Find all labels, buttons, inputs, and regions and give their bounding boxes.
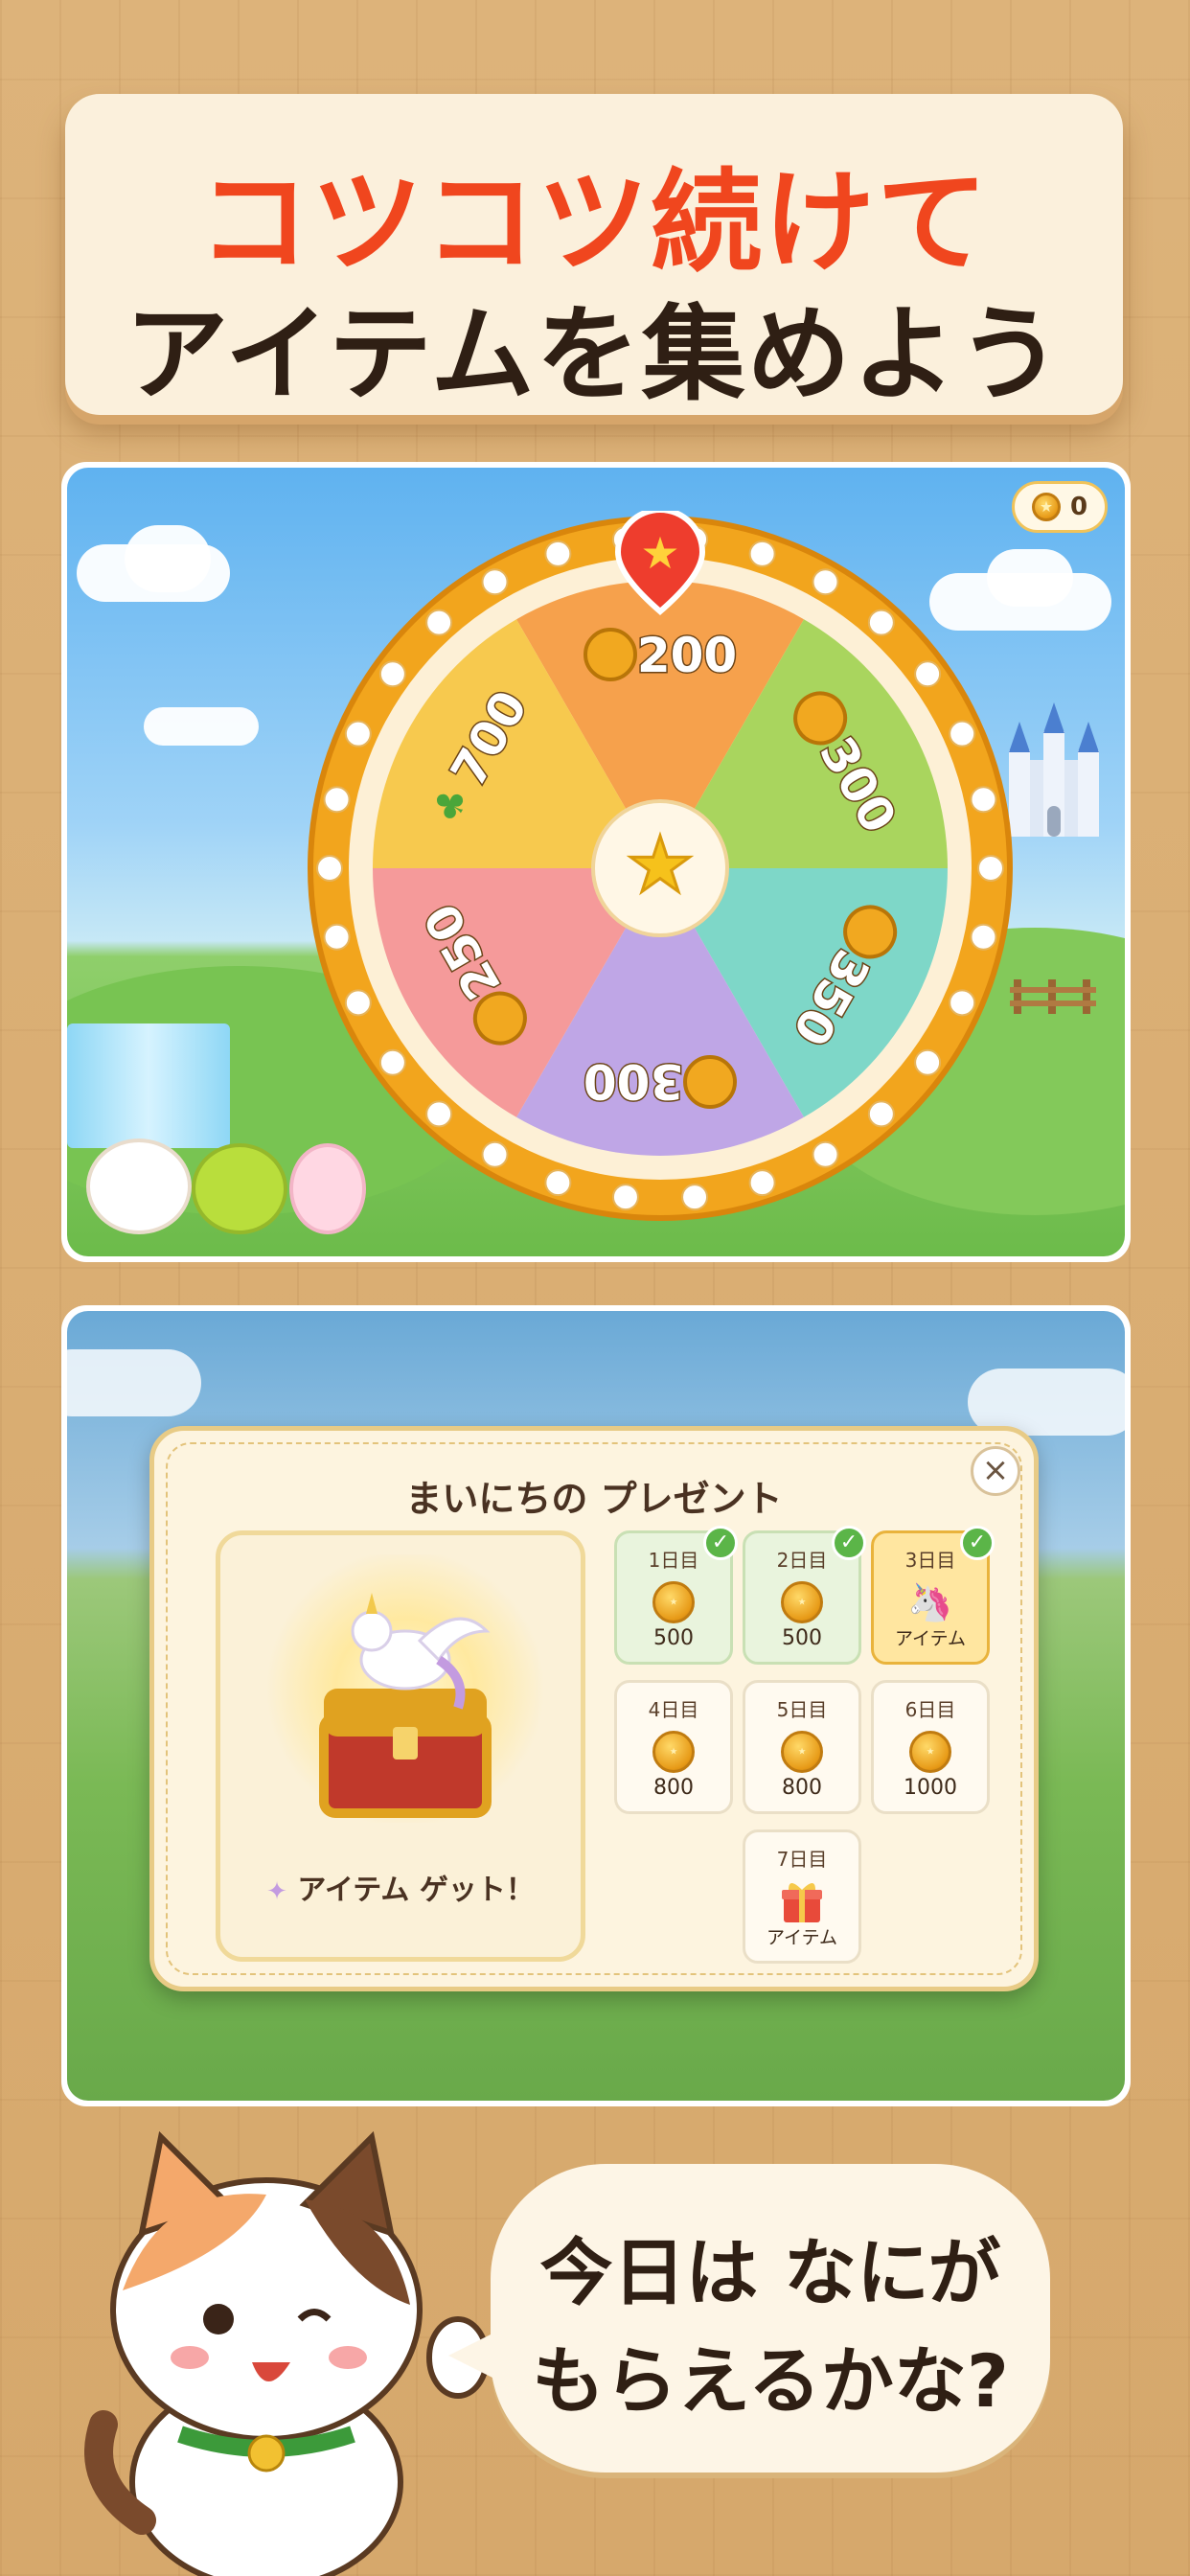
rim-light [611, 1184, 639, 1211]
coin-icon [781, 1731, 823, 1773]
rim-light [914, 1048, 942, 1076]
coin-icon [683, 1055, 737, 1109]
coin-balance-badge: 0 [1012, 481, 1108, 533]
rim-light [949, 720, 976, 748]
check-icon: ✓ [960, 1526, 995, 1560]
close-button[interactable]: × [971, 1446, 1020, 1496]
rim-light [544, 1169, 572, 1197]
rim-light [970, 786, 997, 814]
coin-icon [652, 1581, 695, 1623]
hero-banner: コツコツ続けて アイテムを集めよう [65, 94, 1123, 415]
bunny-character [289, 1143, 366, 1234]
day-reward: 1000 [904, 1776, 957, 1800]
rim-light [681, 1184, 709, 1211]
coin-balance-value: 0 [1069, 493, 1088, 521]
reward-label: ✦ アイテム ゲット！ [220, 1866, 581, 1908]
calico-cat-character [84, 2130, 487, 2576]
rim-light [748, 1169, 776, 1197]
rim-light [812, 1140, 839, 1168]
rim-light [748, 540, 776, 567]
rim-light [544, 540, 572, 567]
day-cell-6[interactable]: 6日目 1000 [871, 1680, 990, 1814]
speech-bubble: 今日は なにが もらえるかな? [448, 2164, 1050, 2472]
star-icon: ★ [626, 820, 695, 909]
rim-light [425, 1100, 453, 1128]
speech-line1: 今日は なにが [539, 2230, 1001, 2315]
roulette-wheel[interactable]: 200300350300250♣700 ★ ★ [303, 511, 1018, 1226]
day-cell-1[interactable]: 1日目 500 ✓ [614, 1526, 738, 1665]
day-cell-7[interactable]: 7日目 アイテム [743, 1829, 861, 1964]
rim-light [378, 660, 406, 688]
rim-light [481, 1140, 509, 1168]
rim-light [867, 609, 895, 636]
check-icon: ✓ [703, 1526, 738, 1560]
day-label: 6日目 [904, 1698, 956, 1721]
reward-panel: ✦ アイテム ゲット！ [216, 1530, 585, 1962]
rim-light [316, 855, 343, 882]
puppy-character [86, 1138, 192, 1234]
day-cell-4[interactable]: 4日目 800 [614, 1680, 733, 1814]
rim-light [378, 1048, 406, 1076]
day-cell-2[interactable]: 2日目 500 ✓ [743, 1526, 866, 1665]
segment-label: 200 [584, 627, 739, 685]
coin-icon [1031, 493, 1061, 521]
coin-icon [781, 1581, 823, 1623]
daily-present-screenshot: まいにちの プレゼント × ✦ アイテム ゲット！ 1日目 ★ 500 ✓ 2日… [61, 1305, 1131, 2106]
rim-light [914, 660, 942, 688]
segment-value: 300 [584, 1053, 683, 1109]
day-cell-5[interactable]: 5日目 800 [743, 1680, 861, 1814]
dialog-title: まいにちの プレゼント [405, 1478, 783, 1520]
day-cell-3[interactable]: 3日目 🦄 アイテム ✓ [871, 1526, 995, 1665]
rim-light [344, 720, 372, 748]
day-reward: 800 [653, 1776, 694, 1800]
reward-label-text: アイテム ゲット！ [297, 1874, 535, 1907]
rim-light [323, 786, 351, 814]
day-reward: 500 [782, 1626, 822, 1650]
rim-light [977, 855, 1004, 882]
day-label: 7日目 [776, 1848, 828, 1871]
rim-light [970, 923, 997, 951]
rim-light [812, 568, 839, 596]
rim-light [425, 609, 453, 636]
waterfall [67, 1024, 230, 1148]
day-reward: アイテム [766, 1927, 838, 1948]
day-label: 5日目 [776, 1698, 828, 1721]
close-icon: × [981, 1451, 1010, 1489]
fence-icon [1010, 979, 1096, 1014]
hero-title-line1: コツコツ続けて [198, 158, 990, 288]
rim-light [344, 989, 372, 1017]
unicorn-icon: ✦ [266, 1877, 287, 1906]
chick-character [192, 1143, 287, 1234]
rim-light [867, 1100, 895, 1128]
day-reward: 500 [653, 1626, 694, 1650]
hero-title-line2: アイテムを集めよう [125, 295, 1064, 415]
unicorn-icon: 🦄 [907, 1581, 953, 1623]
speech-line2: もらえるかな? [532, 2338, 1009, 2424]
day-reward: 800 [782, 1776, 822, 1800]
coin-icon [584, 628, 637, 681]
rim-light [481, 568, 509, 596]
check-icon: ✓ [832, 1526, 866, 1560]
treasure-chest-unicorn-icon [319, 1593, 492, 1818]
rim-light [323, 923, 351, 951]
coin-icon [652, 1731, 695, 1773]
day-label: 4日目 [648, 1698, 699, 1721]
coin-icon [909, 1731, 951, 1773]
svg-text:★: ★ [640, 527, 679, 579]
segment-label: 300 [582, 1052, 737, 1111]
daily-present-dialog: まいにちの プレゼント × ✦ アイテム ゲット！ 1日目 ★ 500 ✓ 2日… [149, 1426, 1039, 1991]
rim-light [949, 989, 976, 1017]
gift-icon [782, 1883, 822, 1922]
roulette-screenshot: 0 200300350300250♣700 ★ ★ [61, 462, 1131, 1262]
segment-value: 200 [637, 628, 737, 683]
day-reward: アイテム [894, 1628, 967, 1649]
